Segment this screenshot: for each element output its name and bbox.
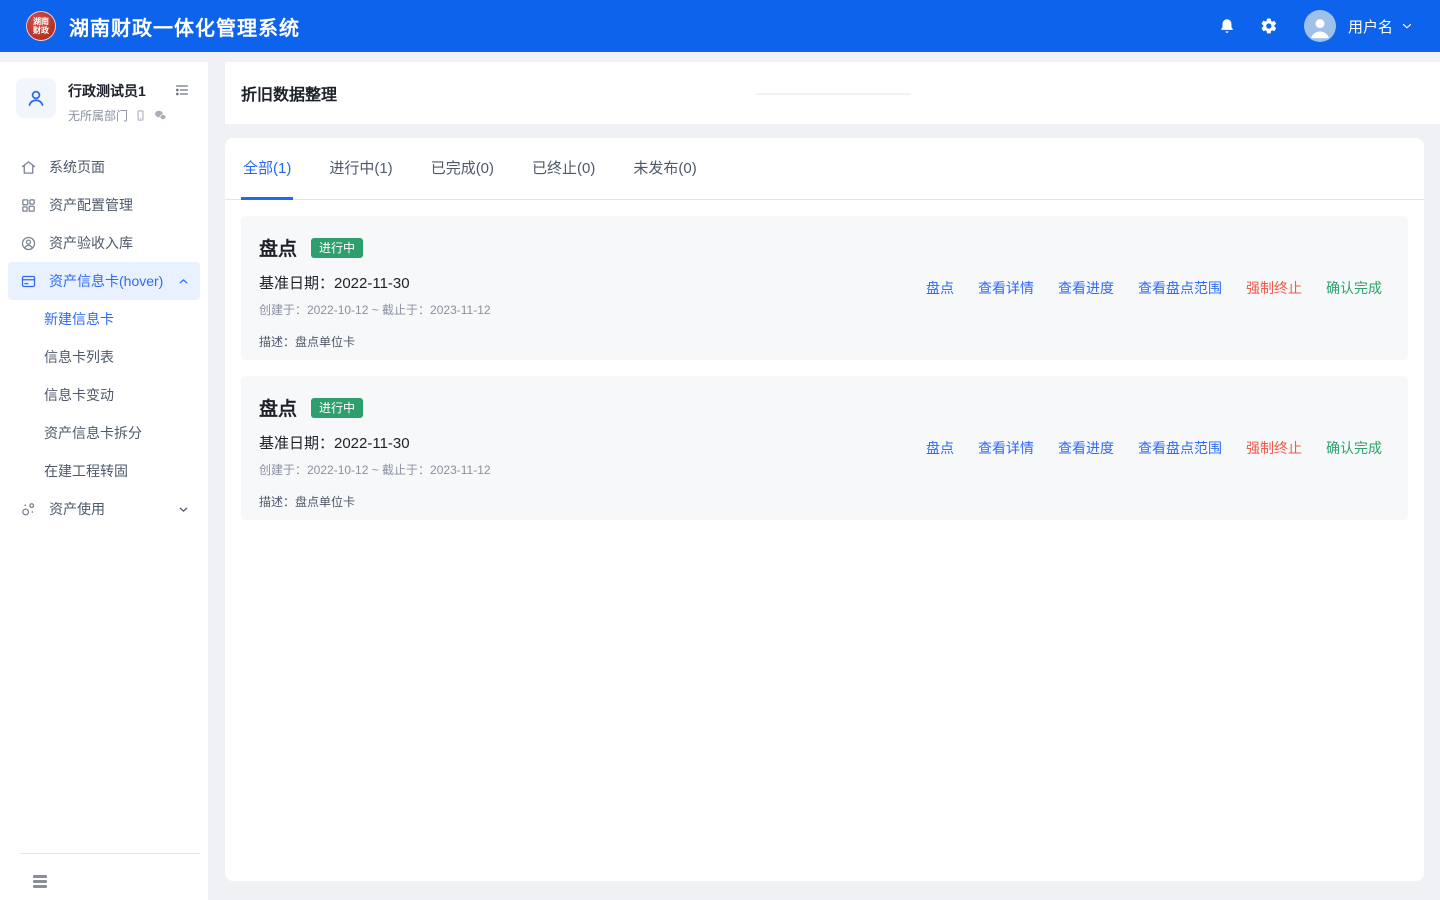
task-card-actions: 盘点 查看详情 查看进度 查看盘点范围 强制终止 确认完成 [926, 278, 1382, 298]
action-inventory-link[interactable]: 盘点 [926, 438, 954, 458]
topbar-right: 用户名 [1218, 10, 1414, 42]
page-title-bar: 折旧数据整理 [225, 62, 1440, 124]
sidebar-user-dept-row: 无所属部门 [68, 107, 168, 124]
sidebar: 行政测试员1 无所属部门 系统页面 [0, 62, 208, 900]
top-header: 湖南 财政 湖南财政一体化管理系统 用户名 [0, 0, 1440, 52]
status-badge: 进行中 [311, 238, 363, 258]
wechat-icon [153, 108, 168, 123]
task-description: 描述：盘点单位卡 [259, 333, 491, 350]
org-list-icon[interactable] [174, 82, 190, 98]
sidebar-user-dept: 无所属部门 [68, 107, 128, 124]
sidebar-submenu: 新建信息卡 信息卡列表 信息卡变动 资产信息卡拆分 在建工程转固 [0, 300, 208, 490]
action-view-progress-link[interactable]: 查看进度 [1058, 278, 1114, 298]
card-icon [20, 273, 37, 290]
task-card-info: 盘点 进行中 基准日期：2022-11-30 创建于：2022-10-12 ~ … [259, 394, 491, 502]
sidebar-item-system-pages[interactable]: 系统页面 [8, 148, 200, 186]
sidebar-item-asset-config[interactable]: 资产配置管理 [8, 186, 200, 224]
sidebar-item-label: 资产配置管理 [49, 195, 133, 215]
username-label[interactable]: 用户名 [1348, 16, 1393, 37]
action-confirm-complete-link[interactable]: 确认完成 [1326, 278, 1382, 298]
action-inventory-link[interactable]: 盘点 [926, 278, 954, 298]
task-description: 描述：盘点单位卡 [259, 493, 491, 510]
action-view-scope-link[interactable]: 查看盘点范围 [1138, 278, 1222, 298]
logo-text-line2: 财政 [33, 26, 49, 35]
action-force-terminate-link[interactable]: 强制终止 [1246, 438, 1302, 458]
notification-bell-icon[interactable] [1218, 17, 1236, 35]
task-card-title-row: 盘点 进行中 [259, 394, 491, 421]
page-title: 折旧数据整理 [241, 81, 337, 105]
main-panel: 全部(1) 进行中(1) 已完成(0) 已终止(0) 未发布(0) 盘点 进行中… [225, 138, 1424, 881]
action-view-details-link[interactable]: 查看详情 [978, 278, 1034, 298]
chevron-down-icon[interactable] [1400, 19, 1414, 33]
task-card-title: 盘点 [259, 234, 297, 261]
tab-in-progress[interactable]: 进行中(1) [327, 138, 394, 200]
chevron-down-icon [177, 503, 190, 516]
task-card-title: 盘点 [259, 394, 297, 421]
date-range: 创建于：2022-10-12 ~ 截止于：2023-11-12 [259, 461, 491, 478]
sidebar-collapse-hamburger-icon[interactable] [33, 875, 47, 890]
action-force-terminate-link[interactable]: 强制终止 [1246, 278, 1302, 298]
task-card-info: 盘点 进行中 基准日期：2022-11-30 创建于：2022-10-12 ~ … [259, 234, 491, 342]
app-root: 湖南 财政 湖南财政一体化管理系统 用户名 [0, 0, 1440, 900]
status-badge: 进行中 [311, 398, 363, 418]
task-card-list: 盘点 进行中 基准日期：2022-11-30 创建于：2022-10-12 ~ … [225, 200, 1424, 552]
task-card: 盘点 进行中 基准日期：2022-11-30 创建于：2022-10-12 ~ … [241, 216, 1408, 360]
submenu-item-new-info-card[interactable]: 新建信息卡 [0, 300, 208, 338]
sidebar-user-card: 行政测试员1 无所属部门 [0, 62, 208, 130]
logo-text-line1: 湖南 [33, 17, 49, 26]
sidebar-menu: 系统页面 资产配置管理 资产验收入库 资产信息卡(hover) [0, 148, 208, 528]
app-logo-seal-icon: 湖南 财政 [26, 11, 56, 41]
sidebar-user-meta: 行政测试员1 无所属部门 [68, 78, 168, 124]
status-tabs: 全部(1) 进行中(1) 已完成(0) 已终止(0) 未发布(0) [225, 138, 1424, 200]
submenu-item-info-card-list[interactable]: 信息卡列表 [0, 338, 208, 376]
sidebar-item-label: 资产使用 [49, 499, 105, 519]
sidebar-item-asset-info-card[interactable]: 资产信息卡(hover) [8, 262, 200, 300]
sidebar-item-label: 系统页面 [49, 157, 105, 177]
grid-icon [20, 197, 37, 214]
submenu-item-info-card-split[interactable]: 资产信息卡拆分 [0, 414, 208, 452]
task-card: 盘点 进行中 基准日期：2022-11-30 创建于：2022-10-12 ~ … [241, 376, 1408, 520]
brand: 湖南 财政 湖南财政一体化管理系统 [26, 11, 300, 41]
tab-all[interactable]: 全部(1) [241, 138, 293, 200]
task-card-actions: 盘点 查看详情 查看进度 查看盘点范围 强制终止 确认完成 [926, 438, 1382, 458]
sidebar-user-name: 行政测试员1 [68, 81, 168, 101]
dots-cluster-icon [20, 501, 37, 518]
sidebar-item-asset-acceptance[interactable]: 资产验收入库 [8, 224, 200, 262]
sidebar-item-label: 资产验收入库 [49, 233, 133, 253]
settings-gear-icon[interactable] [1260, 17, 1278, 35]
tab-completed[interactable]: 已完成(0) [429, 138, 496, 200]
sidebar-divider [20, 853, 200, 854]
task-card-title-row: 盘点 进行中 [259, 234, 491, 261]
titlebar-divider [756, 93, 911, 95]
person-circle-icon [20, 235, 37, 252]
tab-unpublished[interactable]: 未发布(0) [631, 138, 698, 200]
sidebar-item-asset-usage[interactable]: 资产使用 [8, 490, 200, 528]
base-date: 基准日期：2022-11-30 [259, 272, 491, 293]
tab-terminated[interactable]: 已终止(0) [530, 138, 597, 200]
action-confirm-complete-link[interactable]: 确认完成 [1326, 438, 1382, 458]
chevron-up-icon [177, 275, 190, 288]
sidebar-item-label: 资产信息卡(hover) [49, 271, 163, 291]
action-view-progress-link[interactable]: 查看进度 [1058, 438, 1114, 458]
date-range: 创建于：2022-10-12 ~ 截止于：2023-11-12 [259, 301, 491, 318]
app-title: 湖南财政一体化管理系统 [69, 12, 300, 41]
action-view-scope-link[interactable]: 查看盘点范围 [1138, 438, 1222, 458]
action-view-details-link[interactable]: 查看详情 [978, 438, 1034, 458]
submenu-item-construction-transfer[interactable]: 在建工程转固 [0, 452, 208, 490]
mobile-phone-icon [134, 109, 147, 122]
base-date: 基准日期：2022-11-30 [259, 432, 491, 453]
home-icon [20, 159, 37, 176]
submenu-item-info-card-change[interactable]: 信息卡变动 [0, 376, 208, 414]
user-avatar[interactable] [1304, 10, 1336, 42]
sidebar-user-avatar-icon [16, 78, 56, 118]
